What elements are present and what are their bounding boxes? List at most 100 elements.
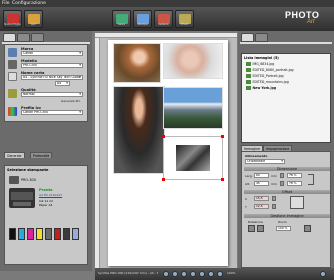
image-file-icon [246, 68, 251, 72]
alignment-select[interactable]: Orizzontale [245, 159, 285, 164]
resize-handle-bl[interactable] [162, 178, 165, 181]
offset-y-input[interactable]: 12,5 [254, 204, 269, 209]
paper-icon [8, 72, 17, 81]
open-button[interactable]: Apri [24, 10, 43, 28]
image-file-name: EDITED_Portrait.jpg [252, 74, 284, 79]
grid-icon[interactable] [217, 271, 223, 277]
offset-section: Offset [244, 190, 330, 194]
resize-handle-tl[interactable] [162, 135, 165, 138]
effects-button[interactable]: Effetti [175, 10, 194, 28]
photo-mountains[interactable] [163, 87, 223, 129]
width-input[interactable]: 60 [254, 173, 269, 178]
zoom-readout: 100% [227, 271, 236, 275]
image-properties-panel: Allineamento Orizzontale Dimensione Larg… [241, 151, 331, 268]
width-percent-input[interactable]: 78 % [287, 173, 302, 178]
zoom-out-icon[interactable] [172, 271, 178, 277]
tab-frames[interactable] [31, 33, 44, 42]
printer-selection-group: Selezione stampante PRO-300 Pronta A4 Fi… [4, 165, 88, 265]
left-subtabs: Generale Profondità [4, 152, 88, 158]
zoom-100-icon[interactable] [190, 271, 196, 277]
next-page-icon[interactable] [208, 271, 214, 277]
ink-gray [45, 228, 52, 240]
height-input[interactable]: 45 [254, 181, 269, 186]
print-label: Stampa [137, 23, 148, 26]
printer-info-0: A4 Fill 210x297 [39, 193, 63, 197]
printer-image [9, 188, 35, 208]
menu-settings[interactable]: Configurazione [12, 1, 46, 6]
link-aspect-icon[interactable] [308, 174, 314, 185]
menu-file[interactable]: File [2, 1, 10, 6]
rotation-label: Rotazione [248, 220, 263, 224]
image-file-icon [246, 62, 251, 66]
gallery-button[interactable]: Galleria [154, 10, 173, 28]
zoom-in-icon[interactable] [163, 271, 169, 277]
printer-icon [9, 176, 19, 184]
new-sheet-label: Nuovo Foglio [4, 23, 21, 26]
image-file-name: EDITED_8080_portrait.jpg [252, 68, 294, 73]
quality-select[interactable]: Normal [21, 92, 83, 97]
print-button[interactable]: Stampa [133, 10, 152, 28]
image-list-item[interactable]: EDITED_8080_portrait.jpg [246, 68, 294, 73]
image-list-item[interactable]: EDITED_Portrait.jpg [246, 74, 284, 79]
advanced-link[interactable]: Generale Pro [61, 99, 80, 103]
dimension-section: Dimensione [244, 167, 330, 171]
offset-x-stepper[interactable] [272, 196, 276, 201]
photo-portrait-woman[interactable] [163, 43, 223, 79]
open-label: Apri [30, 23, 37, 26]
ruler-horizontal [95, 33, 237, 38]
offset-x-input[interactable]: 15,5 [254, 196, 269, 201]
height-percent-input[interactable]: 78 % [287, 181, 302, 186]
ink-yellow [36, 228, 43, 240]
printer-model-icon [8, 60, 17, 69]
print-page[interactable] [108, 40, 228, 266]
tab-printer-settings[interactable] [3, 33, 16, 42]
tab-general[interactable]: Generale [4, 152, 25, 158]
image-file-icon [246, 80, 251, 84]
prev-page-icon[interactable] [199, 271, 205, 277]
ink-photo-black [63, 228, 70, 240]
image-list[interactable]: Lista Immagini (5) IMG_6834.jpg EDITED_8… [241, 53, 331, 143]
fit-page-icon[interactable] [181, 271, 187, 277]
image-file-icon [246, 74, 251, 78]
help-icon[interactable] [320, 271, 326, 277]
image-file-name: IMG_6834.jpg [252, 62, 275, 67]
height-stepper[interactable] [280, 181, 284, 186]
printer-info-2: Paper A4 [39, 203, 53, 207]
height-unit: mm [271, 182, 277, 186]
photo-portrait-girl[interactable] [113, 43, 161, 83]
tab-depth[interactable]: Profondità [30, 152, 53, 158]
zoom-input[interactable]: 100 % [276, 226, 291, 231]
brand-select[interactable]: Canon [21, 51, 83, 56]
offset-x-label: X [245, 197, 248, 201]
zoom-label: Zoom [278, 220, 287, 224]
image-list-item[interactable]: EDITED_mountains.jpg [246, 80, 289, 85]
height-label: Alt. [245, 182, 251, 186]
anchor-grid[interactable] [290, 196, 304, 209]
quality-icon [8, 89, 17, 98]
tab-layout[interactable] [17, 33, 30, 42]
image-list-item[interactable]: IMG_6834.jpg [246, 62, 274, 67]
save-button[interactable]: Salva [112, 10, 131, 28]
image-list-item-selected[interactable]: New York.jpg [246, 86, 276, 91]
flip-icon[interactable] [304, 225, 311, 232]
resize-handle-tr[interactable] [221, 135, 224, 138]
image-file-name: New York.jpg [252, 86, 277, 91]
ink-red [54, 228, 61, 240]
offset-y-stepper[interactable] [272, 204, 276, 209]
paper-select[interactable]: A4 - Synthia Fill Nice Sky Tech Gloss [21, 75, 83, 80]
ink-black [9, 228, 16, 240]
photo-fashion-woman[interactable] [113, 86, 165, 174]
width-stepper[interactable] [280, 173, 284, 178]
tab-texts[interactable] [255, 33, 268, 42]
rotate-right-icon[interactable] [257, 225, 264, 232]
paper-size-select[interactable]: A4 [55, 81, 70, 86]
rotate-left-icon[interactable] [248, 225, 255, 232]
tab-images[interactable] [241, 33, 254, 42]
photo-new-york-selected[interactable] [163, 136, 223, 180]
alignment-label: Allineamento [245, 154, 268, 158]
model-select[interactable]: PRO-300 [21, 63, 83, 68]
resize-handle-br[interactable] [221, 178, 224, 181]
new-sheet-button[interactable]: Nuovo Foglio [3, 10, 22, 28]
profile-select[interactable]: Canon PRO-300 [21, 110, 83, 115]
ink-magenta [27, 228, 34, 240]
